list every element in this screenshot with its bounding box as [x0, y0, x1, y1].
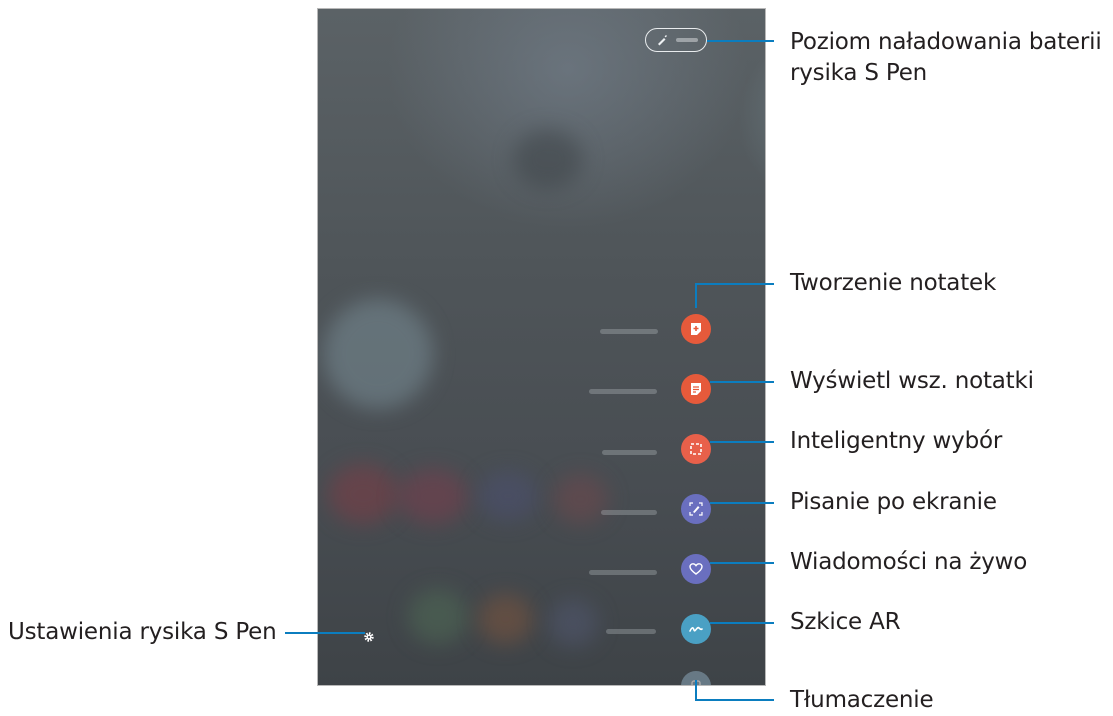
callout-line [710, 502, 774, 504]
smart-select-icon [690, 443, 702, 455]
blurred-app-icon [328, 464, 398, 524]
phone-screen [317, 8, 766, 686]
ar-doodle-icon [689, 626, 703, 632]
callout-screen-write: Pisanie po ekranie [790, 489, 997, 515]
blurred-app-icon [478, 471, 538, 521]
callout-s-pen-battery-line2: rysika S Pen [790, 60, 928, 86]
callout-line [710, 562, 774, 564]
callout-ar-doodle: Szkice AR [790, 609, 901, 635]
callout-translate: Tłumaczenie [790, 687, 934, 713]
callout-line [285, 632, 365, 634]
battery-level-bar [676, 38, 698, 42]
callout-line [710, 381, 774, 383]
callout-line [707, 40, 774, 42]
callout-create-note: Tworzenie notatek [790, 270, 997, 296]
notes-list-icon [691, 383, 701, 395]
command-label [589, 389, 657, 394]
live-message-heart-icon [689, 563, 703, 575]
blurred-app-icon [408, 589, 468, 644]
blurred-app-icon [548, 599, 598, 647]
command-label [602, 450, 657, 455]
live-message-button[interactable] [681, 554, 711, 584]
screen-write-icon [689, 502, 703, 516]
screen-write-button[interactable] [681, 494, 711, 524]
blurred-background-shape [513, 129, 583, 189]
callout-line [710, 441, 774, 443]
callout-line [710, 622, 774, 624]
s-pen-battery-indicator [645, 28, 707, 52]
view-all-notes-button[interactable] [681, 374, 711, 404]
blurred-app-icon [398, 469, 468, 524]
callout-line [695, 283, 774, 285]
command-label [600, 329, 658, 334]
callout-smart-select: Inteligentny wybór [790, 428, 1003, 454]
note-plus-icon [691, 323, 701, 335]
ar-doodle-button[interactable] [681, 614, 711, 644]
callout-line [695, 680, 697, 701]
callout-line [695, 699, 774, 701]
command-label [606, 629, 656, 634]
command-label [589, 570, 657, 575]
callout-view-all-notes: Wyświetl wsz. notatki [790, 368, 1034, 394]
blurred-app-icon [478, 594, 533, 644]
callout-s-pen-battery: Poziom naładowania baterii [790, 29, 1102, 55]
callout-s-pen-settings: Ustawienia rysika S Pen [8, 619, 277, 645]
blurred-background-shape [323, 299, 433, 409]
create-note-button[interactable] [681, 314, 711, 344]
s-pen-icon [658, 35, 667, 46]
command-label [601, 510, 657, 515]
callout-line [695, 283, 697, 308]
blurred-app-icon [553, 474, 608, 524]
callout-live-message: Wiadomości na żywo [790, 549, 1028, 575]
smart-select-button[interactable] [681, 434, 711, 464]
